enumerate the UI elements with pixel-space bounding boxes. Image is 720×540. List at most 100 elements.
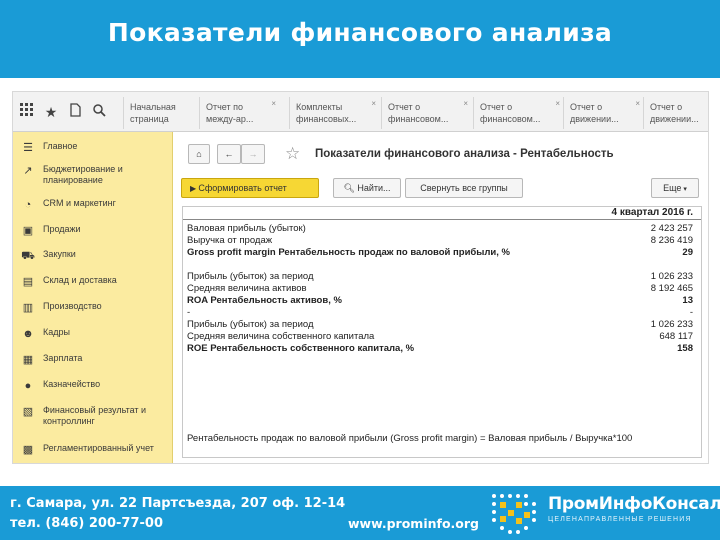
find-button[interactable]: 🔍︎ Найти... (333, 178, 401, 198)
tab-financial-sets[interactable]: Комплекты финансовых... × (289, 97, 379, 129)
warehouse-icon: ▤ (22, 276, 34, 288)
close-icon[interactable]: × (371, 98, 376, 110)
sidebar-item-treasury[interactable]: ● Казначейство (13, 375, 173, 399)
sidebar-item-payroll[interactable]: ▦ Зарплата (13, 349, 173, 373)
collapse-groups-label: Свернуть все группы (420, 183, 508, 193)
sidebar-item-purchases[interactable]: ⛟ Закупки (13, 245, 173, 269)
tab-label: Отчет по между-ар... (206, 102, 254, 124)
apps-grid-icon[interactable] (17, 102, 37, 122)
sidebar-item-label: Кадры (43, 327, 70, 337)
find-label: Найти... (357, 183, 391, 193)
cart-icon: ⛟ (21, 250, 35, 262)
report-row-name: ROE Рентабельность собственного капитала… (187, 343, 415, 354)
report-row-value: 1 026 233 (650, 271, 693, 282)
report-row: Валовая прибыль (убыток) 2 423 257 (183, 223, 701, 235)
slide-title: Показатели финансового анализа (107, 18, 613, 47)
report-formula: Рентабельность продаж по валовой прибыли… (187, 433, 633, 444)
search-icon[interactable] (89, 102, 109, 122)
chart-trend-icon: ↗ (23, 165, 33, 177)
calculator-icon: ▦ (22, 354, 34, 366)
ledger-icon: ▩ (22, 444, 34, 456)
report-row-name: ROA Рентабельность активов, % (187, 295, 342, 306)
sidebar-item-financial-result[interactable]: ▧ Финансовый результат и контроллинг (13, 401, 173, 429)
search-icon: 🔍︎ (343, 183, 358, 193)
footer-website[interactable]: www.prominfo.org (348, 516, 479, 531)
report-row-name: Gross profit margin Рентабельность прода… (187, 247, 510, 258)
sidebar-item-regulated-accounting[interactable]: ▩ Регламентированный учет (13, 439, 173, 463)
sidebar-item-label: Главное (43, 141, 78, 151)
home-button[interactable]: ⌂ (188, 144, 210, 164)
sidebar-item-label: Зарплата (43, 353, 83, 363)
report-row-value: 158 (677, 343, 693, 354)
bag-icon: ▣ (22, 225, 34, 237)
report-row-name: - (187, 307, 191, 318)
report-row-value: 13 (682, 295, 693, 306)
report-row-name: Выручка от продаж (187, 235, 273, 246)
tab-cashflow-report-2[interactable]: Отчет о движении... (643, 97, 708, 129)
report-header: 4 квартал 2016 г. (183, 207, 701, 220)
tab-label: Комплекты финансовых... (296, 102, 357, 124)
sidebar-item-budgeting[interactable]: ↗ Бюджетирование и планирование (13, 160, 173, 188)
tab-financial-report-1[interactable]: Отчет о финансовом... × (381, 97, 471, 129)
report-period: 4 квартал 2016 г. (611, 207, 693, 218)
tab-home[interactable]: Начальная страница (123, 97, 199, 129)
title-bar: Показатели финансового анализа (0, 0, 720, 78)
tab-cashflow-report-1[interactable]: Отчет о движении... × (563, 97, 643, 129)
chevron-down-icon: ▾ (681, 186, 687, 193)
sidebar-item-label: Производство (43, 301, 102, 311)
forward-button[interactable]: → (241, 144, 265, 164)
tab-report-intercompany[interactable]: Отчет по между-ар... × (199, 97, 279, 129)
tab-label: Отчет о движении... (570, 102, 619, 124)
app-window: ★ Начальная страница Отчет по между-ар..… (12, 91, 709, 464)
footer-address: г. Самара, ул. 22 Партсъезда, 207 оф. 12… (10, 496, 346, 511)
tab-label: Отчет о финансовом... (388, 102, 449, 124)
report-row-value: 8 192 465 (650, 283, 693, 294)
report-row-value: - (689, 307, 693, 318)
report-row: ROA Рентабельность активов, % 13 (183, 295, 701, 307)
brand-tagline: ЦЕЛЕНАПРАВЛЕННЫЕ РЕШЕНИЯ (548, 516, 692, 523)
sidebar-item-label: Финансовый результат и контроллинг (43, 405, 147, 426)
generate-report-button[interactable]: ▶ Сформировать отчет (181, 178, 319, 198)
sidebar-item-label: Закупки (43, 249, 76, 259)
report-row-value: 648 117 (659, 331, 693, 342)
sidebar-item-label: Склад и доставка (43, 275, 117, 285)
report-row: Прибыль (убыток) за период 1 026 233 (183, 271, 701, 283)
report-row: Выручка от продаж 8 236 419 (183, 235, 701, 247)
back-button[interactable]: ← (217, 144, 241, 164)
sidebar-item-label: Бюджетирование и планирование (43, 164, 123, 185)
close-icon[interactable]: × (635, 98, 640, 110)
close-icon[interactable]: × (555, 98, 560, 110)
form-title: Показатели финансового анализа - Рентабе… (315, 148, 614, 160)
sidebar-item-hr[interactable]: ☻ Кадры (13, 323, 173, 347)
slide: Показатели финансового анализа ★ Начальн… (0, 0, 720, 540)
report-row-name: Средняя величина собственного капитала (187, 331, 375, 342)
arrow-left-icon: ← (224, 149, 234, 159)
report-row: Прибыль (убыток) за период 1 026 233 (183, 319, 701, 331)
more-button[interactable]: Еще ▾ (651, 178, 699, 198)
top-tab-bar: ★ Начальная страница Отчет по между-ар..… (13, 92, 708, 132)
favorite-star-icon[interactable]: ☆ (285, 144, 300, 164)
close-icon[interactable]: × (463, 98, 468, 110)
report-row: Средняя величина собственного капитала 64… (183, 331, 701, 343)
history-icon[interactable] (65, 102, 85, 122)
sidebar-item-warehouse[interactable]: ▤ Склад и доставка (13, 271, 173, 295)
sidebar-item-sales[interactable]: ▣ Продажи (13, 220, 173, 244)
close-icon[interactable]: × (271, 98, 276, 110)
more-label: Еще (663, 183, 682, 193)
company-brand: ПромИнфоКонсалт ЦЕЛЕНАПРАВЛЕННЫЕ РЕШЕНИЯ (548, 494, 720, 534)
tab-financial-report-2[interactable]: Отчет о финансовом... × (473, 97, 563, 129)
report-row-value: 8 236 419 (650, 235, 693, 246)
report-form: ⌂ ← → ☆ Показатели финансового анализа -… (173, 132, 708, 463)
sidebar-item-production[interactable]: ▥ Производство (13, 297, 173, 321)
collapse-groups-button[interactable]: Свернуть все группы (405, 178, 523, 198)
sidebar-item-main[interactable]: ☰ Главное (13, 137, 173, 161)
sidebar-item-crm[interactable]: ◔ CRM и маркетинг (13, 194, 173, 218)
footer-phone: тел. (846) 200-77-00 (10, 516, 163, 531)
report-row-name: Прибыль (убыток) за период (187, 319, 314, 330)
sidebar-item-label: Продажи (43, 224, 81, 234)
report-row: Средняя величина активов 8 192 465 (183, 283, 701, 295)
report-row (183, 259, 701, 271)
report-row-name: Прибыль (убыток) за период (187, 271, 314, 282)
report-table: 4 квартал 2016 г. Валовая прибыль (убыто… (182, 206, 702, 458)
favorites-star-icon[interactable]: ★ (41, 102, 61, 122)
